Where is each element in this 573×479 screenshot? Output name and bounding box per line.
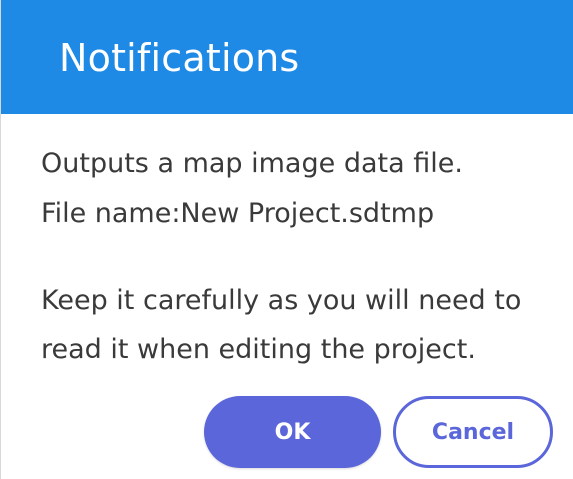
message-line-2: File name:New Project.sdtmp: [41, 198, 435, 229]
ok-button[interactable]: OK: [204, 396, 381, 468]
cancel-button[interactable]: Cancel: [393, 396, 553, 468]
message-line-3: Keep it carefully as you will need to: [41, 285, 522, 316]
message-line-1: Outputs a map image data file.: [41, 148, 463, 179]
notification-dialog: Notifications Outputs a map image data f…: [0, 0, 573, 479]
dialog-title: Notifications: [59, 36, 300, 80]
dialog-header: Notifications: [1, 0, 573, 114]
message-line-4: read it when editing the project.: [41, 334, 476, 365]
